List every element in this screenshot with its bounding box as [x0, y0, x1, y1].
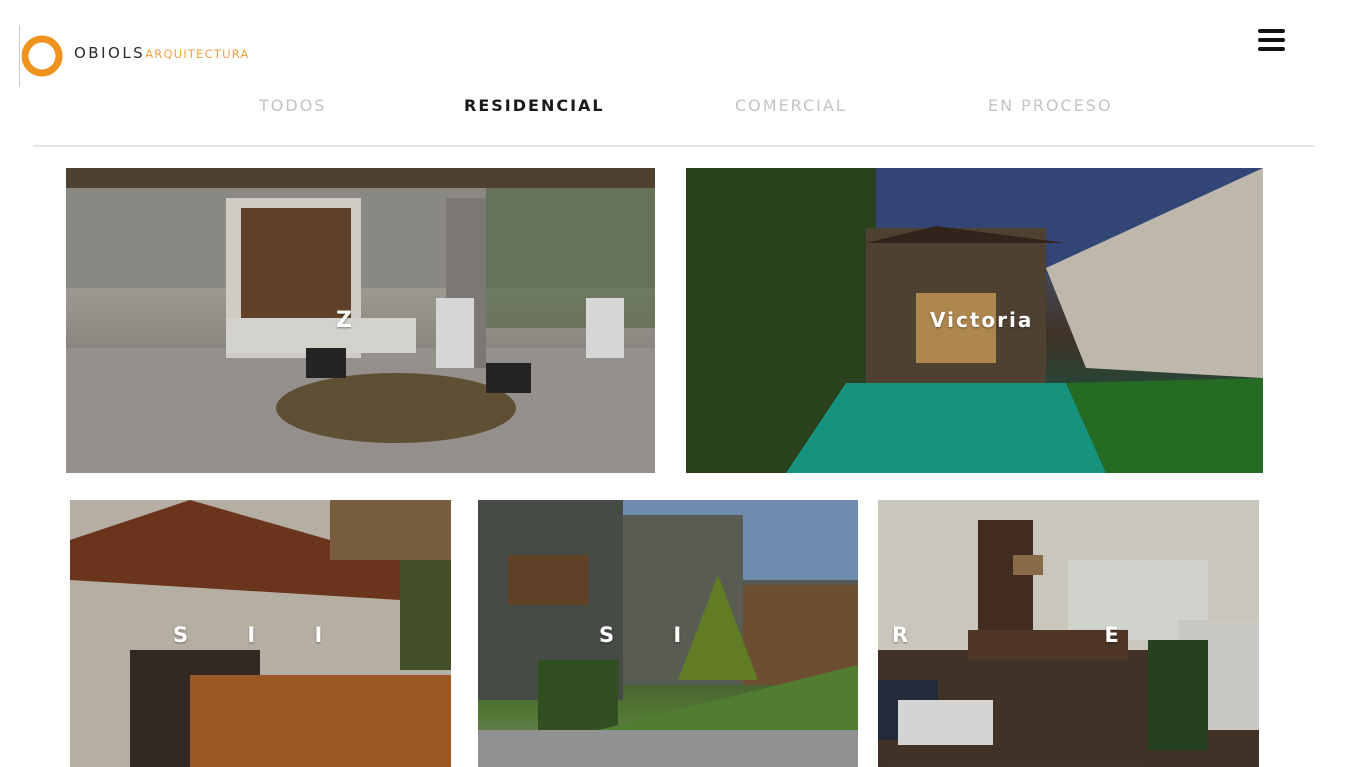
- tab-residencial[interactable]: RESIDENCIAL: [464, 96, 605, 115]
- project-card-si[interactable]: S I: [478, 500, 858, 767]
- hamburger-icon-line: [1258, 47, 1285, 51]
- project-card-victoria[interactable]: Victoria: [686, 168, 1263, 473]
- project-label: R E E: [892, 623, 1259, 647]
- brand-name-sub: ARQUITECTURA: [145, 47, 250, 61]
- hamburger-icon-line: [1258, 38, 1285, 42]
- project-card-ree[interactable]: R E E: [878, 500, 1259, 767]
- brand-name: OBIOLSARQUITECTURA: [74, 44, 250, 62]
- project-card-z[interactable]: Z: [66, 168, 655, 473]
- brand-logo[interactable]: OBIOLSARQUITECTURA: [18, 24, 278, 88]
- project-label: Victoria: [930, 308, 1034, 332]
- hamburger-icon-line: [1258, 29, 1285, 33]
- image-overlay: [66, 168, 655, 473]
- project-card-sii[interactable]: S I I: [70, 500, 451, 767]
- tab-todos[interactable]: TODOS: [259, 96, 326, 115]
- logo-ring-icon: [21, 29, 63, 77]
- brand-name-main: OBIOLS: [74, 44, 146, 62]
- tab-comercial[interactable]: COMERCIAL: [735, 96, 847, 115]
- filter-divider: [33, 145, 1314, 147]
- project-filter-tabs: TODOS RESIDENCIAL COMERCIAL EN PROCESO: [0, 96, 1349, 120]
- project-label: Z: [336, 308, 354, 333]
- hamburger-menu-button[interactable]: [1256, 26, 1286, 54]
- project-label: S I I: [173, 623, 325, 647]
- project-label: S I: [599, 623, 684, 647]
- tab-en-proceso[interactable]: EN PROCESO: [988, 96, 1113, 115]
